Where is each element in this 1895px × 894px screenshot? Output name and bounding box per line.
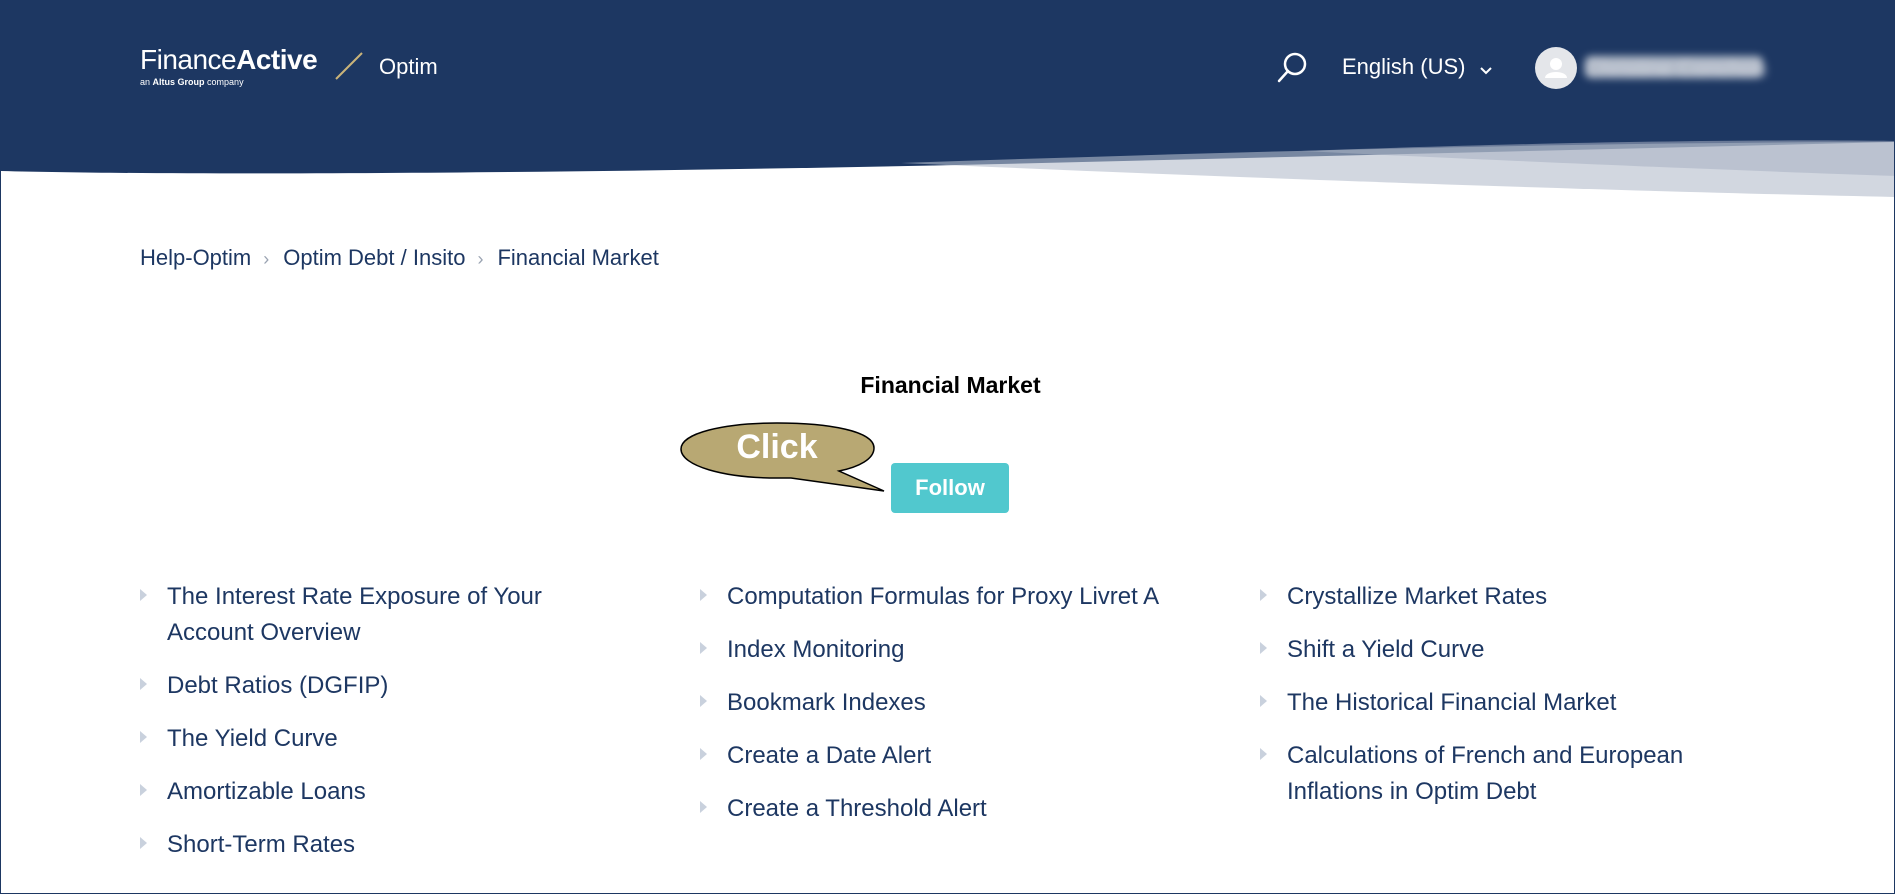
callout-label: Click (736, 428, 818, 466)
bullet-arrow-icon (1260, 748, 1267, 760)
logo-slash-icon (335, 52, 363, 80)
article-link[interactable]: Bookmark Indexes (727, 689, 926, 716)
bullet-arrow-icon (140, 837, 147, 849)
breadcrumb-item-optim-debt[interactable]: Optim Debt / Insito (283, 245, 465, 270)
list-item: Crystallize Market Rates (1260, 579, 1720, 615)
list-item: The Historical Financial Market (1260, 685, 1720, 721)
list-item: Calculations of French and European Infl… (1260, 738, 1720, 810)
section-title: Financial Market (860, 372, 1041, 398)
user-menu[interactable]: Christine Conchon (1535, 47, 1766, 89)
list-item: Short-Term Rates (140, 827, 580, 863)
bullet-arrow-icon (140, 731, 147, 743)
breadcrumb-item-financial-market[interactable]: Financial Market (497, 245, 658, 270)
list-item: Computation Formulas for Proxy Livret A (700, 579, 1180, 615)
bullet-arrow-icon (700, 695, 707, 707)
article-link[interactable]: The Yield Curve (167, 725, 338, 752)
article-list-column-2: Computation Formulas for Proxy Livret A … (700, 579, 1180, 844)
language-label: English (US) (1342, 54, 1466, 79)
list-item: Debt Ratios (DGFIP) (140, 668, 580, 704)
list-item: The Yield Curve (140, 721, 580, 757)
search-icon (1277, 52, 1307, 83)
logo-text-bold: Active (236, 44, 318, 75)
article-link[interactable]: Short-Term Rates (167, 831, 355, 858)
article-link[interactable]: Crystallize Market Rates (1287, 583, 1547, 610)
bullet-arrow-icon (1260, 695, 1267, 707)
language-selector[interactable]: English (US) (1342, 54, 1492, 81)
logo-sub-bold: Altus Group (152, 77, 205, 87)
article-link[interactable]: Index Monitoring (727, 636, 904, 663)
follow-button[interactable]: Follow (891, 463, 1009, 513)
bullet-arrow-icon (140, 589, 147, 601)
article-link[interactable]: Create a Threshold Alert (727, 795, 987, 822)
bullet-arrow-icon (140, 678, 147, 690)
article-list-column-1: The Interest Rate Exposure of Your Accou… (140, 579, 580, 880)
breadcrumb-item-help-optim[interactable]: Help-Optim (140, 245, 251, 270)
article-link[interactable]: The Interest Rate Exposure of Your Accou… (167, 583, 542, 646)
logo-text-light: Finance (140, 44, 237, 75)
financeactive-logo[interactable]: FinanceActive an Altus Group company (140, 44, 363, 87)
bullet-arrow-icon (1260, 642, 1267, 654)
search-button[interactable] (1276, 50, 1310, 84)
breadcrumb-separator-icon: › (263, 249, 270, 269)
user-name: Christine Conchon (1585, 56, 1766, 81)
bullet-arrow-icon (700, 642, 707, 654)
list-item: Create a Threshold Alert (700, 791, 1180, 827)
bullet-arrow-icon (700, 748, 707, 760)
avatar (1535, 47, 1577, 89)
bullet-arrow-icon (1260, 589, 1267, 601)
article-link[interactable]: Debt Ratios (DGFIP) (167, 672, 388, 699)
article-link[interactable]: Amortizable Loans (167, 778, 366, 805)
page-frame: FinanceActive an Altus Group company Opt… (0, 0, 1895, 894)
list-item: Amortizable Loans (140, 774, 580, 810)
user-icon (1545, 58, 1567, 78)
site-header: FinanceActive an Altus Group company Opt… (1, 1, 1894, 201)
bullet-arrow-icon (700, 801, 707, 813)
article-link[interactable]: Shift a Yield Curve (1287, 636, 1484, 663)
list-item: Bookmark Indexes (700, 685, 1180, 721)
bullet-arrow-icon (700, 589, 707, 601)
article-link[interactable]: Create a Date Alert (727, 742, 931, 769)
list-item: Create a Date Alert (700, 738, 1180, 774)
header-wave-background (1, 1, 1894, 197)
logo-sub-prefix: an (140, 77, 151, 87)
breadcrumb-separator-icon: › (477, 249, 484, 269)
list-item: Index Monitoring (700, 632, 1180, 668)
breadcrumb: Help-Optim › Optim Debt / Insito › Financial… (140, 245, 659, 271)
article-link[interactable]: The Historical Financial Market (1287, 689, 1616, 716)
chevron-down-icon (1479, 55, 1492, 81)
article-link[interactable]: Calculations of French and European Infl… (1287, 742, 1683, 805)
product-name[interactable]: Optim (379, 54, 438, 80)
list-item: Shift a Yield Curve (1260, 632, 1720, 668)
logo-sub-suffix: company (207, 77, 244, 87)
article-list-column-3: Crystallize Market Rates Shift a Yield C… (1260, 579, 1720, 827)
article-link[interactable]: Computation Formulas for Proxy Livret A (727, 583, 1159, 610)
bullet-arrow-icon (140, 784, 147, 796)
list-item: The Interest Rate Exposure of Your Accou… (140, 579, 580, 651)
